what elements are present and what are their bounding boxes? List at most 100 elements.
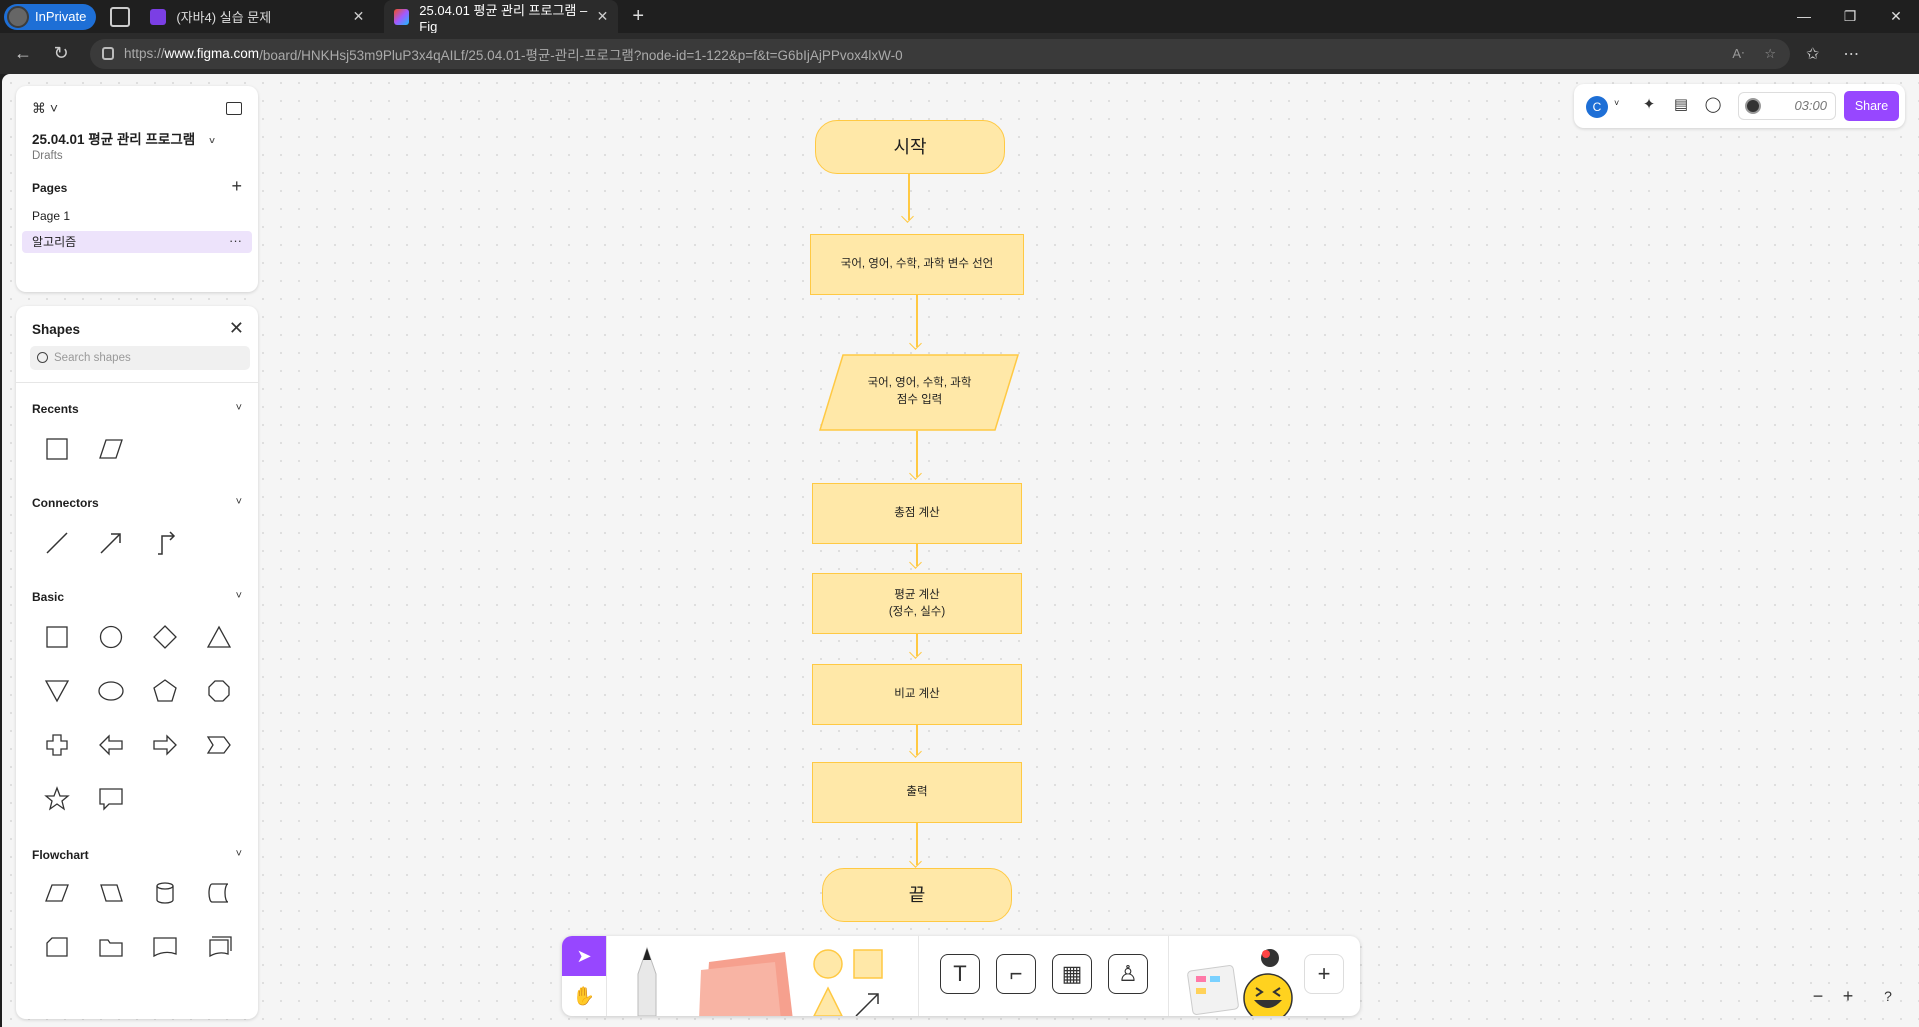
diamond-shape-icon[interactable]	[152, 624, 178, 650]
inprivate-badge[interactable]: InPrivate	[4, 3, 97, 30]
page-options-icon[interactable]: ···	[229, 230, 242, 252]
chevron-down-icon[interactable]: ˅	[236, 848, 242, 860]
address-bar[interactable]: https://www.figma.com/board/HNKHsj53m9Pl…	[90, 38, 1790, 69]
chevron-down-icon[interactable]: ˅	[236, 496, 242, 508]
timer-value: 03:00	[1794, 98, 1827, 113]
file-title[interactable]: 25.04.01 평균 관리 프로그램 ˅	[32, 128, 215, 148]
shapes-panel: Shapes ✕ Search shapes Recents ˅ Connect…	[16, 306, 258, 1019]
close-window-icon[interactable]: ✕	[1873, 8, 1919, 25]
flow-arrow[interactable]	[908, 174, 910, 220]
flow-document-icon[interactable]	[152, 934, 178, 960]
flow-compare-process[interactable]: 비교 계산	[812, 664, 1022, 725]
refresh-icon[interactable]: ↻	[46, 43, 76, 64]
square-shape-icon[interactable]	[44, 624, 70, 650]
browser-tab[interactable]: (자바4) 실습 문제 ✕	[140, 0, 374, 33]
flow-arrow[interactable]	[916, 634, 918, 656]
hand-tool-icon[interactable]: ✋	[562, 976, 606, 1016]
flow-start-terminal[interactable]: 시작	[815, 120, 1005, 174]
user-avatar[interactable]: C	[1586, 96, 1608, 118]
new-tab-icon[interactable]: +	[632, 5, 644, 28]
line-connector-icon[interactable]	[44, 530, 70, 556]
flow-arrow[interactable]	[916, 295, 918, 347]
tab-title: 25.04.01 평균 관리 프로그램 – Fig	[419, 2, 588, 34]
close-tab-icon[interactable]: ✕	[597, 8, 609, 25]
template-icon[interactable]: ▤	[1672, 96, 1690, 114]
flow-declare-process[interactable]: 국어, 영어, 수학, 과학 변수 선언	[810, 234, 1024, 295]
minimize-icon[interactable]: —	[1781, 8, 1827, 25]
close-icon[interactable]: ✕	[229, 318, 244, 339]
flow-arrow[interactable]	[916, 431, 918, 477]
divider	[16, 382, 258, 383]
circle-shape-icon[interactable]	[98, 624, 124, 650]
restore-icon[interactable]: ❐	[1827, 8, 1873, 25]
square-shape-icon[interactable]	[44, 436, 70, 462]
flow-parallelogram-icon[interactable]	[44, 880, 70, 906]
left-arrow-shape-icon[interactable]	[98, 732, 124, 758]
zoom-in-icon[interactable]: +	[1834, 982, 1862, 1010]
text-tool-icon[interactable]: T	[940, 954, 980, 994]
chevron-down-icon[interactable]: ˅	[1614, 98, 1619, 108]
browser-tab-active[interactable]: 25.04.01 평균 관리 프로그램 – Fig ✕	[384, 0, 619, 34]
tab-actions-icon[interactable]	[110, 6, 131, 27]
octagon-shape-icon[interactable]	[206, 678, 232, 704]
star-shape-icon[interactable]	[44, 786, 70, 812]
favorite-star-icon[interactable]: ☆	[1764, 46, 1776, 62]
page-item-1[interactable]: Page 1	[22, 205, 252, 227]
ellipse-shape-icon[interactable]	[98, 678, 124, 704]
sticky-note-tool-icon[interactable]	[697, 950, 797, 1016]
close-tab-icon[interactable]: ✕	[353, 8, 365, 25]
chevron-shape-icon[interactable]	[206, 732, 232, 758]
share-button[interactable]: Share	[1844, 91, 1899, 121]
flow-folder-icon[interactable]	[98, 934, 124, 960]
divider	[1168, 936, 1169, 1016]
inverted-triangle-shape-icon[interactable]	[44, 678, 70, 704]
flow-total-process[interactable]: 총점 계산	[812, 483, 1022, 544]
read-aloud-icon[interactable]: Aᐧ	[1732, 46, 1744, 62]
table-tool-icon[interactable]: ▦	[1052, 954, 1092, 994]
parallelogram-shape-icon[interactable]	[98, 436, 124, 462]
comment-icon[interactable]: ◯	[1704, 96, 1722, 114]
stamp-tool-icon[interactable]: ♙	[1108, 954, 1148, 994]
flow-arrow[interactable]	[916, 544, 918, 566]
right-arrow-shape-icon[interactable]	[152, 732, 178, 758]
sidebar-toggle-icon[interactable]	[226, 102, 242, 115]
zoom-out-icon[interactable]: −	[1804, 982, 1832, 1010]
section-flowchart: Flowchart	[32, 848, 89, 862]
elbow-connector-icon[interactable]	[152, 530, 178, 556]
flow-database-icon[interactable]	[152, 880, 178, 906]
search-shapes-input[interactable]: Search shapes	[30, 346, 250, 370]
ai-sparkle-icon[interactable]: ✦	[1640, 96, 1658, 114]
page-item-algorithm[interactable]: 알고리즘 ···	[22, 231, 252, 253]
widgets-stickers-icon[interactable]	[1186, 944, 1296, 1016]
figjam-canvas[interactable]: ⌘ ˅ 25.04.01 평균 관리 프로그램 ˅ Drafts Pages + …	[2, 74, 1919, 1027]
flow-multi-document-icon[interactable]	[206, 934, 232, 960]
add-page-icon[interactable]: +	[231, 176, 242, 197]
flow-input-label: 국어, 영어, 수학, 과학 점수 입력	[867, 377, 972, 406]
back-icon[interactable]: ←	[8, 43, 38, 64]
flow-end-terminal[interactable]: 끝	[822, 868, 1012, 922]
marker-tool-icon[interactable]	[632, 946, 662, 1016]
chevron-down-icon[interactable]: ˅	[236, 590, 242, 602]
timer-button[interactable]: 03:00	[1738, 92, 1836, 120]
plus-shape-icon[interactable]	[44, 732, 70, 758]
flow-output-process[interactable]: 출력	[812, 762, 1022, 823]
flow-card-icon[interactable]	[44, 934, 70, 960]
flow-arrow[interactable]	[916, 725, 918, 755]
section-tool-icon[interactable]: ⌐	[996, 954, 1036, 994]
arrow-connector-icon[interactable]	[98, 530, 124, 556]
flow-stored-data-icon[interactable]	[206, 880, 232, 906]
chevron-down-icon[interactable]: ˅	[236, 402, 242, 414]
more-icon[interactable]: ⋯	[1843, 44, 1859, 64]
pentagon-shape-icon[interactable]	[152, 678, 178, 704]
flow-arrow[interactable]	[916, 823, 918, 865]
flow-manual-input-icon[interactable]	[98, 880, 124, 906]
triangle-shape-icon[interactable]	[206, 624, 232, 650]
more-tools-icon[interactable]: +	[1304, 954, 1344, 994]
help-icon[interactable]: ?	[1874, 982, 1902, 1010]
shapes-tool-icon[interactable]	[812, 948, 892, 1016]
favorites-icon[interactable]: ✩	[1806, 44, 1819, 64]
figma-menu-icon[interactable]: ⌘ ˅	[32, 100, 58, 117]
speech-bubble-shape-icon[interactable]	[98, 786, 124, 812]
flow-average-process[interactable]: 평균 계산 (정수, 실수)	[812, 573, 1022, 634]
move-tool-icon[interactable]: ➤	[562, 936, 606, 976]
